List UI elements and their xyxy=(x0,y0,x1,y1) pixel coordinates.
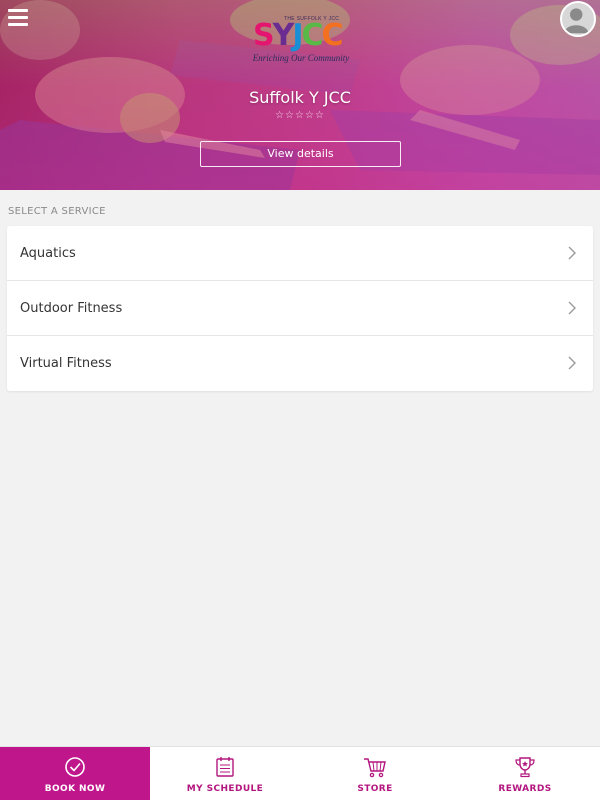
chevron-right-icon xyxy=(568,246,576,260)
service-label: Virtual Fitness xyxy=(20,356,112,371)
service-list: Aquatics Outdoor Fitness Virtual Fitness xyxy=(7,226,593,391)
hero-banner: THE SUFFOLK Y JCC SYJCC Enriching Our Co… xyxy=(0,0,600,190)
bottom-nav: BOOK NOW MY SCHEDULE STORE REWARDS xyxy=(0,746,600,800)
trophy-icon xyxy=(515,757,535,778)
service-label: Outdoor Fitness xyxy=(20,301,123,316)
logo-slogan: Enriching Our Community xyxy=(252,53,350,63)
service-label: Aquatics xyxy=(20,246,76,261)
nav-rewards[interactable]: REWARDS xyxy=(450,747,600,800)
user-avatar-icon[interactable] xyxy=(560,1,596,37)
cart-icon xyxy=(364,758,386,778)
nav-label: STORE xyxy=(357,784,393,794)
nav-store[interactable]: STORE xyxy=(300,747,450,800)
nav-book-now[interactable]: BOOK NOW xyxy=(0,747,150,800)
calendar-icon xyxy=(216,757,234,777)
section-label: SELECT A SERVICE xyxy=(8,206,106,217)
view-details-button[interactable]: View details xyxy=(200,141,401,167)
check-circle-icon xyxy=(65,757,85,777)
chevron-right-icon xyxy=(568,301,576,315)
page-title: Suffolk Y JCC xyxy=(249,88,351,107)
nav-label: REWARDS xyxy=(498,784,552,794)
star-rating: ☆☆☆☆☆ xyxy=(275,110,325,121)
logo-wordmark: SYJCC xyxy=(253,18,344,53)
service-item-outdoor-fitness[interactable]: Outdoor Fitness xyxy=(7,281,593,336)
chevron-right-icon xyxy=(568,356,576,370)
suffolk-y-jcc-logo: THE SUFFOLK Y JCC SYJCC Enriching Our Co… xyxy=(251,16,351,66)
service-item-virtual-fitness[interactable]: Virtual Fitness xyxy=(7,336,593,391)
nav-my-schedule[interactable]: MY SCHEDULE xyxy=(150,747,300,800)
nav-label: MY SCHEDULE xyxy=(186,784,264,794)
service-item-aquatics[interactable]: Aquatics xyxy=(7,226,593,281)
nav-label: BOOK NOW xyxy=(44,784,106,794)
hamburger-menu-icon[interactable] xyxy=(8,9,28,27)
